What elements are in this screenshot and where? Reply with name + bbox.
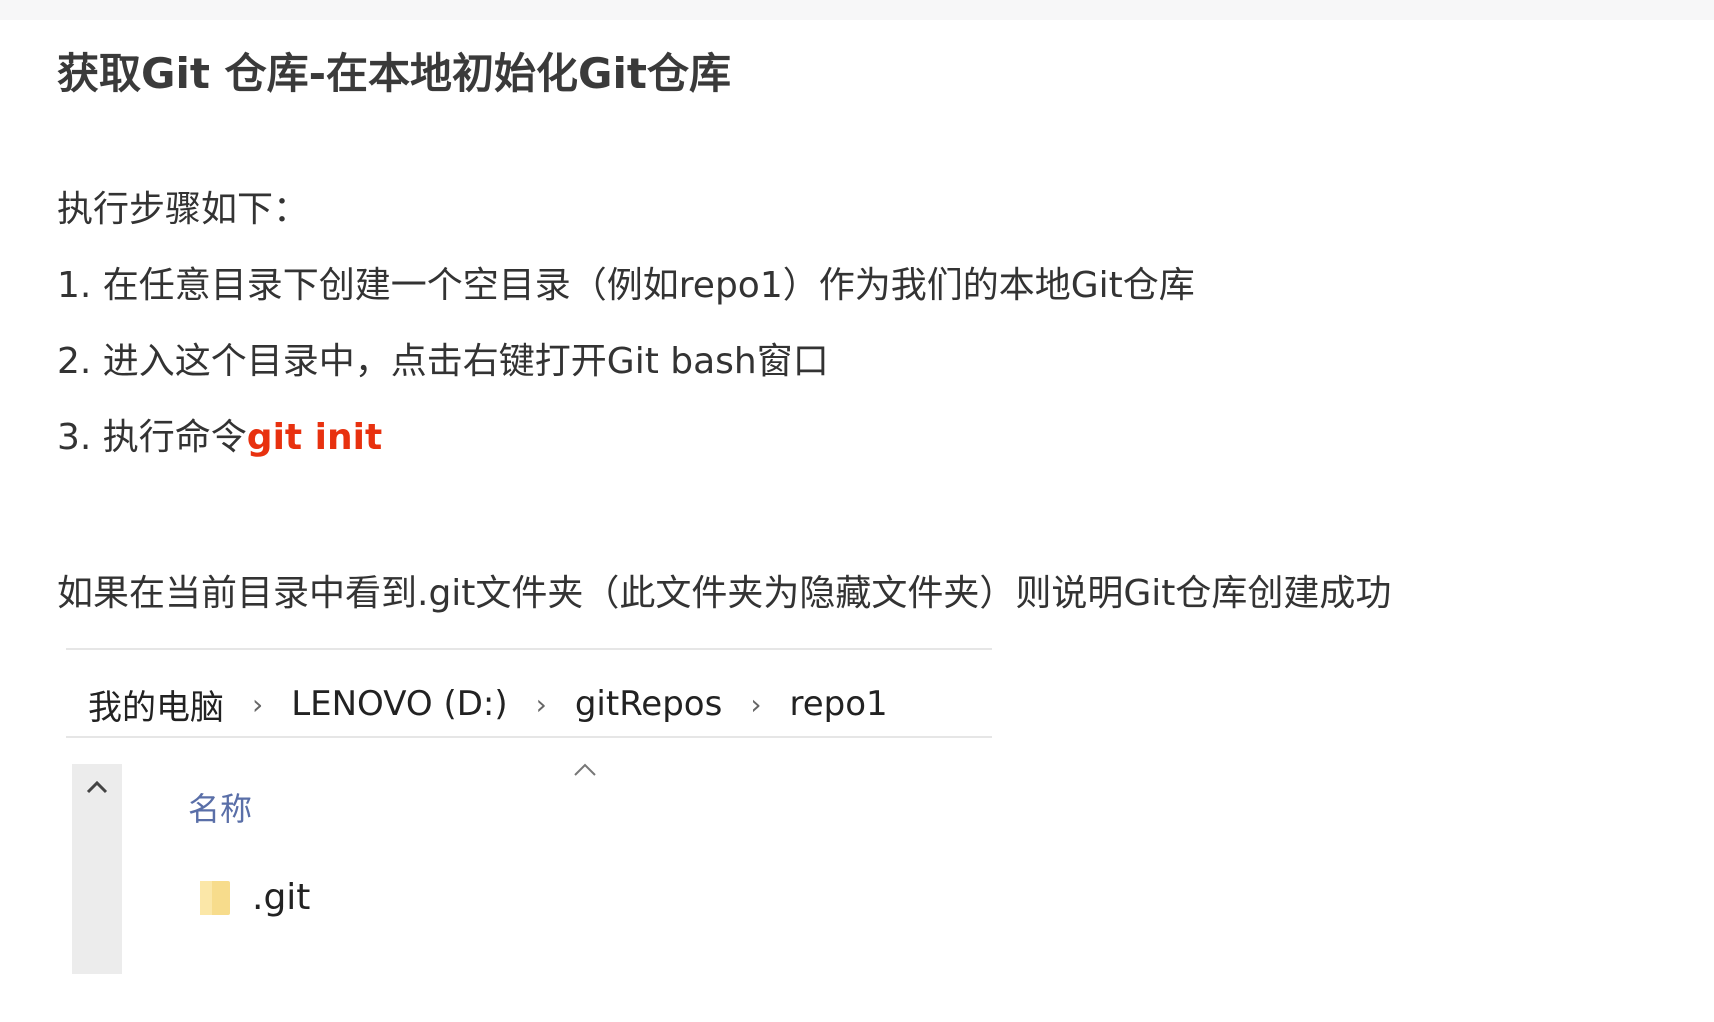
chevron-right-icon[interactable]: ›	[750, 688, 761, 721]
page-title: 获取Git 仓库-在本地初始化Git仓库	[57, 49, 731, 98]
explorer-breadcrumb-border	[66, 736, 992, 738]
breadcrumb-drive-d[interactable]: LENOVO (D:)	[291, 684, 507, 724]
breadcrumb-my-computer[interactable]: 我的电脑	[88, 680, 224, 729]
column-header-name[interactable]: 名称	[188, 784, 252, 830]
file-name: .git	[252, 876, 311, 918]
file-row[interactable]: .git	[198, 872, 310, 922]
step-1: 1. 在任意目录下创建一个空目录（例如repo1）作为我们的本地Git仓库	[57, 265, 1195, 306]
chevron-right-icon[interactable]: ›	[536, 688, 547, 721]
intro-text: 执行步骤如下：	[57, 189, 310, 230]
sort-ascending-icon[interactable]	[570, 758, 600, 780]
top-strip	[0, 0, 1714, 20]
step-2: 2. 进入这个目录中，点击右键打开Git bash窗口	[57, 341, 829, 382]
step-3: 3. 执行命令git init	[57, 408, 382, 460]
folder-icon	[200, 881, 230, 915]
result-note: 如果在当前目录中看到.git文件夹（此文件夹为隐藏文件夹）则说明Git仓库创建成…	[57, 573, 1392, 614]
git-init-command: git init	[246, 417, 383, 458]
breadcrumb-gitrepos[interactable]: gitRepos	[575, 684, 722, 724]
breadcrumb: 我的电脑 › LENOVO (D:) › gitRepos › repo1	[88, 680, 888, 729]
explorer-top-border	[66, 648, 992, 650]
step-3-label: 3. 执行命令	[57, 417, 247, 458]
breadcrumb-repo1[interactable]: repo1	[790, 684, 888, 724]
chevron-right-icon[interactable]: ›	[252, 688, 263, 721]
scroll-up-icon[interactable]	[82, 772, 112, 802]
